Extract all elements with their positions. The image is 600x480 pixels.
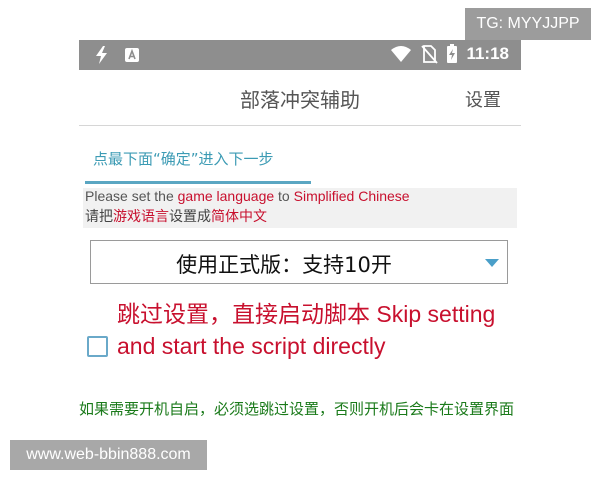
app-a-icon [125, 48, 139, 62]
status-bar: 11:18 [79, 40, 521, 70]
watermark-url: www.web-bbin888.com [10, 440, 207, 470]
language-notice-en: Please set the game language to Simplifi… [85, 188, 410, 204]
skip-settings-checkbox[interactable] [87, 336, 108, 357]
tg-handle-overlay: TG: MYYJJPP [465, 8, 591, 40]
settings-button[interactable]: 设置 [465, 86, 501, 112]
lightning-icon [96, 46, 107, 64]
app-bar: 部落冲突辅助 设置 [79, 70, 521, 126]
tab-next-step[interactable]: 点最下面“确定”进入下一步 [93, 148, 274, 169]
no-sim-icon [421, 45, 439, 64]
tab-indicator [85, 181, 311, 184]
phone-screen: 11:18 部落冲突辅助 设置 点最下面“确定”进入下一步 Please set… [79, 40, 521, 460]
battery-charging-icon [447, 44, 458, 63]
version-selected-value: 使用正式版：支持10开 [176, 253, 392, 277]
page-title: 部落冲突辅助 [240, 88, 360, 112]
dropdown-arrow-icon [485, 259, 499, 267]
status-right-icons: 11:18 [390, 44, 509, 64]
language-notice-zh: 请把游戏语言设置成简体中文 [85, 209, 267, 225]
wifi-icon [391, 46, 412, 62]
status-time: 11:18 [466, 44, 509, 63]
autostart-note: 如果需要开机自启，必须选跳过设置，否则开机后会卡在设置界面 [79, 400, 515, 418]
language-notice: Please set the game language to Simplifi… [83, 188, 517, 228]
skip-settings-label[interactable]: 跳过设置，直接启动脚本 Skip setting and start the s… [117, 298, 517, 362]
status-left-icons [93, 45, 141, 65]
version-dropdown[interactable]: 使用正式版：支持10开 [90, 240, 508, 284]
